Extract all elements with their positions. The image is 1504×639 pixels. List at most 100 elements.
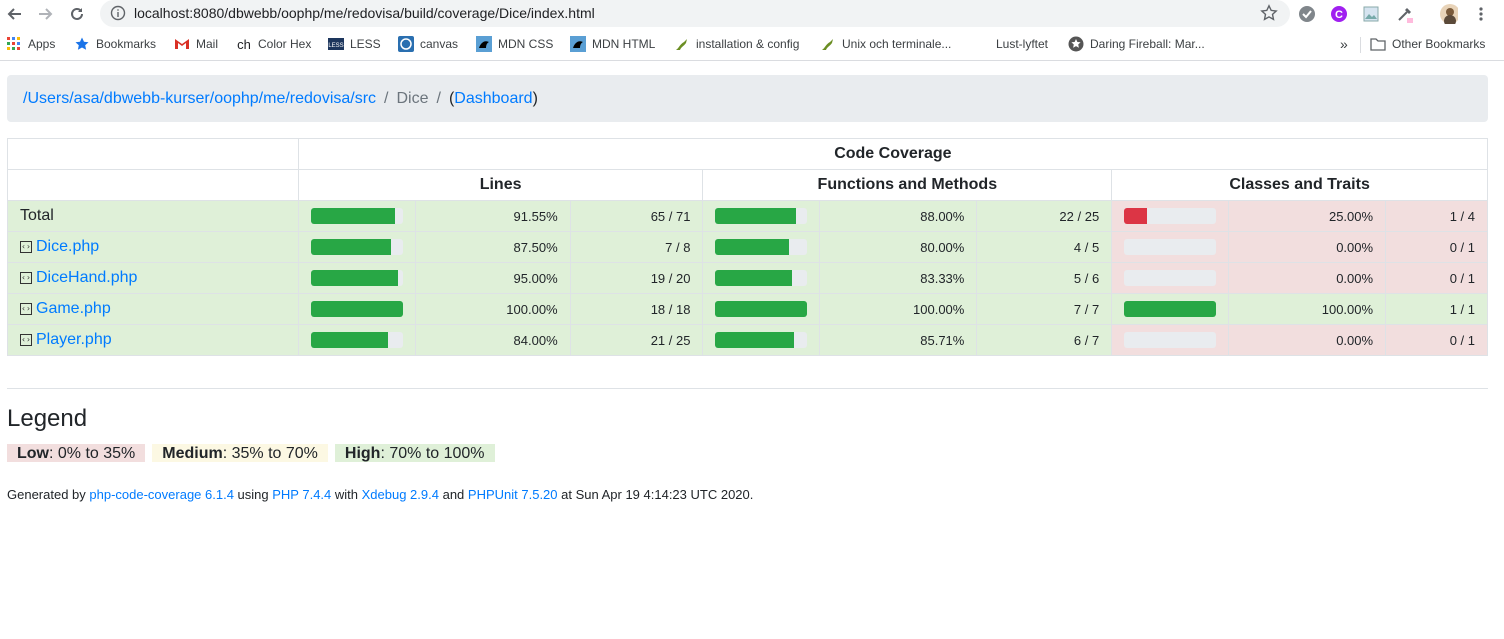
coverage-count: 21 / 25 bbox=[569, 324, 704, 356]
coverage-bar-cell bbox=[1111, 324, 1230, 356]
progress-bar bbox=[310, 332, 403, 348]
legend-title: Legend bbox=[7, 405, 88, 432]
coverage-bar-cell bbox=[702, 200, 821, 232]
bookmark-item[interactable]: Unix och terminale... bbox=[820, 35, 951, 53]
extension-check-icon[interactable] bbox=[1298, 5, 1316, 23]
bookmarks-bar: Apps Bookmarks Mail ch Color Hex LESS LE… bbox=[0, 32, 1504, 56]
phpunit-link[interactable]: PHPUnit 7.5.20 bbox=[468, 487, 558, 502]
coverage-percent: 0.00% bbox=[1228, 262, 1387, 294]
dashboard-link[interactable]: Dashboard bbox=[454, 90, 532, 108]
coverage-count: 7 / 7 bbox=[976, 293, 1113, 325]
url-text[interactable]: localhost:8080/dbwebb/oophp/me/redovisa/… bbox=[134, 5, 595, 21]
breadcrumb-src-link[interactable]: /Users/asa/dbwebb-kurser/oophp/me/redovi… bbox=[23, 90, 376, 108]
code-coverage-header: Code Coverage bbox=[297, 138, 1489, 170]
address-bar[interactable]: localhost:8080/dbwebb/oophp/me/redovisa/… bbox=[100, 0, 1290, 27]
code-file-icon: ‹› bbox=[20, 241, 32, 253]
canvas-icon bbox=[398, 36, 414, 52]
file-link[interactable]: Dice.php bbox=[36, 238, 99, 255]
file-link[interactable]: Player.php bbox=[36, 331, 112, 348]
progress-bar-fill bbox=[310, 208, 395, 224]
bookmark-item[interactable]: Bookmarks bbox=[74, 35, 156, 53]
menu-kebab-icon[interactable] bbox=[1472, 5, 1490, 23]
bookmark-item[interactable]: MDN HTML bbox=[570, 35, 655, 53]
bookmark-item[interactable]: MDN CSS bbox=[476, 35, 553, 53]
file-link[interactable]: Game.php bbox=[36, 300, 111, 317]
xdebug-link[interactable]: Xdebug 2.9.4 bbox=[362, 487, 439, 502]
mdn-icon bbox=[570, 36, 586, 52]
bookmark-label: MDN HTML bbox=[592, 37, 656, 51]
progress-bar bbox=[715, 301, 808, 317]
coverage-percent: 80.00% bbox=[819, 231, 978, 263]
bookmark-item[interactable]: Daring Fireball: Mar... bbox=[1068, 35, 1205, 53]
gmail-icon bbox=[174, 36, 190, 52]
star-circle-icon bbox=[1068, 36, 1084, 52]
breadcrumb: /Users/asa/dbwebb-kurser/oophp/me/redovi… bbox=[7, 75, 1488, 122]
file-link[interactable]: DiceHand.php bbox=[36, 269, 137, 286]
row-name-cell: ‹› Game.php bbox=[7, 293, 299, 325]
extension-image-icon[interactable] bbox=[1362, 5, 1380, 23]
coverage-count: 0 / 1 bbox=[1385, 262, 1488, 294]
other-bookmarks-folder[interactable]: Other Bookmarks bbox=[1370, 35, 1485, 53]
php-link[interactable]: PHP 7.4.4 bbox=[272, 487, 331, 502]
avatar[interactable] bbox=[1440, 4, 1458, 24]
code-file-icon: ‹› bbox=[20, 303, 32, 315]
coverage-bar-cell bbox=[1111, 262, 1230, 294]
bookmark-label: Color Hex bbox=[258, 37, 312, 51]
progress-bar bbox=[1124, 270, 1217, 286]
bookmarks-divider bbox=[1360, 37, 1361, 53]
coverage-count: 1 / 1 bbox=[1385, 293, 1488, 325]
coverage-bar-cell bbox=[1111, 293, 1230, 325]
bookmark-item[interactable]: Lust-lyftet bbox=[996, 35, 1048, 53]
coverage-bar-cell bbox=[702, 293, 821, 325]
legend: Low: 0% to 35% Medium: 35% to 70% High: … bbox=[7, 444, 495, 462]
progress-bar bbox=[715, 208, 808, 224]
progress-bar bbox=[310, 239, 403, 255]
coverage-bar-cell bbox=[297, 231, 416, 263]
folder-icon bbox=[1370, 36, 1386, 52]
extension-c-icon[interactable]: C bbox=[1330, 5, 1348, 23]
progress-bar-fill bbox=[1124, 301, 1217, 317]
bookmark-item[interactable]: Mail bbox=[174, 35, 218, 53]
mdn-icon bbox=[476, 36, 492, 52]
bookmark-item[interactable]: LESS LESS bbox=[328, 35, 381, 53]
bookmark-item[interactable]: ch Color Hex bbox=[236, 35, 311, 53]
coverage-bar-cell bbox=[297, 324, 416, 356]
legend-medium-label: Medium bbox=[162, 445, 223, 462]
bookmark-item[interactable]: Apps bbox=[6, 35, 55, 53]
coverage-percent: 0.00% bbox=[1228, 324, 1387, 356]
legend-high-range: : 70% to 100% bbox=[380, 445, 485, 462]
php-code-coverage-link[interactable]: php-code-coverage 6.1.4 bbox=[89, 487, 234, 502]
legend-low: Low: 0% to 35% bbox=[7, 444, 146, 462]
row-name-cell: Total bbox=[7, 200, 299, 232]
coverage-percent: 100.00% bbox=[819, 293, 978, 325]
progress-bar bbox=[1124, 239, 1217, 255]
browser-toolbar: localhost:8080/dbwebb/oophp/me/redovisa/… bbox=[0, 0, 1504, 28]
table-row: ‹› Dice.php 87.50% 7 / 8 80.00% 4 / 5 0.00% 0 /… bbox=[7, 231, 1488, 263]
bookmark-label: Daring Fireball: Mar... bbox=[1090, 37, 1205, 51]
functions-header: Functions and Methods bbox=[702, 169, 1113, 201]
back-button[interactable] bbox=[4, 3, 26, 25]
forward-button[interactable] bbox=[34, 3, 56, 25]
progress-bar bbox=[1124, 301, 1217, 317]
progress-bar bbox=[1124, 208, 1217, 224]
coverage-count: 0 / 1 bbox=[1385, 231, 1488, 263]
legend-high-label: High bbox=[344, 445, 381, 462]
bookmark-item[interactable]: installation & config bbox=[674, 35, 799, 53]
coverage-percent: 0.00% bbox=[1228, 231, 1387, 263]
gecko-icon bbox=[674, 36, 690, 52]
progress-bar bbox=[715, 239, 808, 255]
bookmarks-overflow-button[interactable]: » bbox=[1340, 35, 1348, 53]
progress-bar-fill bbox=[310, 301, 403, 317]
bookmark-label: LESS bbox=[350, 37, 381, 51]
eyedropper-icon[interactable] bbox=[1396, 5, 1414, 23]
info-icon[interactable] bbox=[110, 5, 126, 26]
code-file-icon: ‹› bbox=[20, 272, 32, 284]
reload-icon bbox=[71, 7, 83, 20]
reload-button[interactable] bbox=[66, 3, 88, 25]
table-row: ‹› Player.php 84.00% 21 / 25 85.71% 6 / 7 0.00… bbox=[7, 324, 1488, 356]
chevron-double-right-icon: » bbox=[1340, 36, 1348, 52]
bookmark-star-icon[interactable] bbox=[1260, 4, 1278, 27]
row-name-cell: ‹› DiceHand.php bbox=[7, 262, 299, 294]
bookmark-item[interactable]: canvas bbox=[398, 35, 458, 53]
bookmark-label: Unix och terminale... bbox=[842, 37, 952, 51]
